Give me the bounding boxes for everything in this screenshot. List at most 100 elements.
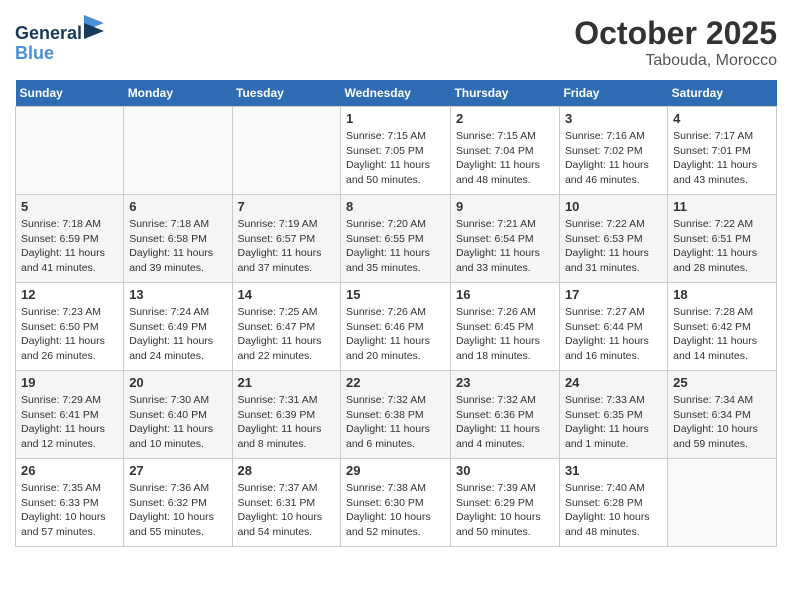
- weekday-header-sunday: Sunday: [16, 80, 124, 107]
- calendar-cell: 15 Sunrise: 7:26 AM Sunset: 6:46 PM Dayli…: [341, 283, 451, 371]
- calendar-cell: 24 Sunrise: 7:33 AM Sunset: 6:35 PM Dayli…: [559, 371, 667, 459]
- logo-text: General: [15, 15, 104, 44]
- calendar-cell: 30 Sunrise: 7:39 AM Sunset: 6:29 PM Dayli…: [450, 459, 559, 547]
- day-number: 24: [565, 375, 662, 390]
- day-info: Sunrise: 7:18 AM Sunset: 6:59 PM Dayligh…: [21, 217, 118, 276]
- day-number: 23: [456, 375, 554, 390]
- day-info: Sunrise: 7:21 AM Sunset: 6:54 PM Dayligh…: [456, 217, 554, 276]
- day-number: 17: [565, 287, 662, 302]
- day-number: 14: [238, 287, 336, 302]
- calendar-cell: 13 Sunrise: 7:24 AM Sunset: 6:49 PM Dayli…: [124, 283, 232, 371]
- page-header: General Blue October 2025 Tabouda, Moroc…: [15, 15, 777, 70]
- day-info: Sunrise: 7:28 AM Sunset: 6:42 PM Dayligh…: [673, 305, 771, 364]
- day-info: Sunrise: 7:31 AM Sunset: 6:39 PM Dayligh…: [238, 393, 336, 452]
- weekday-header-thursday: Thursday: [450, 80, 559, 107]
- day-info: Sunrise: 7:22 AM Sunset: 6:51 PM Dayligh…: [673, 217, 771, 276]
- day-number: 20: [129, 375, 226, 390]
- day-number: 11: [673, 199, 771, 214]
- weekday-header-monday: Monday: [124, 80, 232, 107]
- calendar-week-row: 19Sunrise: 7:29 AM Sunset: 6:41 PM Dayli…: [16, 371, 777, 459]
- calendar-cell: 4 Sunrise: 7:17 AM Sunset: 7:01 PM Daylig…: [668, 107, 777, 195]
- location: Tabouda, Morocco: [574, 52, 777, 70]
- day-number: 3: [565, 111, 662, 126]
- day-info: Sunrise: 7:18 AM Sunset: 6:58 PM Dayligh…: [129, 217, 226, 276]
- logo-icon: [84, 15, 104, 39]
- month-title: October 2025: [574, 15, 777, 52]
- calendar-header-row: SundayMondayTuesdayWednesdayThursdayFrid…: [16, 80, 777, 107]
- day-info: Sunrise: 7:32 AM Sunset: 6:38 PM Dayligh…: [346, 393, 445, 452]
- calendar-cell: 18 Sunrise: 7:28 AM Sunset: 6:42 PM Dayli…: [668, 283, 777, 371]
- day-info: Sunrise: 7:22 AM Sunset: 6:53 PM Dayligh…: [565, 217, 662, 276]
- month-info: October 2025 Tabouda, Morocco: [574, 15, 777, 70]
- calendar-cell: 26Sunrise: 7:35 AM Sunset: 6:33 PM Dayli…: [16, 459, 124, 547]
- day-number: 15: [346, 287, 445, 302]
- day-info: Sunrise: 7:26 AM Sunset: 6:46 PM Dayligh…: [346, 305, 445, 364]
- day-info: Sunrise: 7:23 AM Sunset: 6:50 PM Dayligh…: [21, 305, 118, 364]
- weekday-header-saturday: Saturday: [668, 80, 777, 107]
- day-info: Sunrise: 7:15 AM Sunset: 7:05 PM Dayligh…: [346, 129, 445, 188]
- day-info: Sunrise: 7:29 AM Sunset: 6:41 PM Dayligh…: [21, 393, 118, 452]
- day-number: 31: [565, 463, 662, 478]
- calendar-cell: 9Sunrise: 7:21 AM Sunset: 6:54 PM Daylig…: [450, 195, 559, 283]
- calendar-cell: 25 Sunrise: 7:34 AM Sunset: 6:34 PM Dayli…: [668, 371, 777, 459]
- day-info: Sunrise: 7:27 AM Sunset: 6:44 PM Dayligh…: [565, 305, 662, 364]
- calendar-cell: [668, 459, 777, 547]
- calendar-cell: 27Sunrise: 7:36 AM Sunset: 6:32 PM Dayli…: [124, 459, 232, 547]
- day-number: 30: [456, 463, 554, 478]
- day-info: Sunrise: 7:39 AM Sunset: 6:29 PM Dayligh…: [456, 481, 554, 540]
- day-info: Sunrise: 7:16 AM Sunset: 7:02 PM Dayligh…: [565, 129, 662, 188]
- calendar-cell: 31 Sunrise: 7:40 AM Sunset: 6:28 PM Dayli…: [559, 459, 667, 547]
- calendar-week-row: 26Sunrise: 7:35 AM Sunset: 6:33 PM Dayli…: [16, 459, 777, 547]
- day-number: 28: [238, 463, 336, 478]
- day-number: 27: [129, 463, 226, 478]
- day-number: 22: [346, 375, 445, 390]
- day-number: 7: [238, 199, 336, 214]
- day-info: Sunrise: 7:37 AM Sunset: 6:31 PM Dayligh…: [238, 481, 336, 540]
- day-info: Sunrise: 7:32 AM Sunset: 6:36 PM Dayligh…: [456, 393, 554, 452]
- day-number: 25: [673, 375, 771, 390]
- calendar-cell: 17 Sunrise: 7:27 AM Sunset: 6:44 PM Dayli…: [559, 283, 667, 371]
- day-number: 4: [673, 111, 771, 126]
- day-info: Sunrise: 7:38 AM Sunset: 6:30 PM Dayligh…: [346, 481, 445, 540]
- calendar-cell: [124, 107, 232, 195]
- calendar-cell: 23 Sunrise: 7:32 AM Sunset: 6:36 PM Dayli…: [450, 371, 559, 459]
- day-info: Sunrise: 7:25 AM Sunset: 6:47 PM Dayligh…: [238, 305, 336, 364]
- day-info: Sunrise: 7:24 AM Sunset: 6:49 PM Dayligh…: [129, 305, 226, 364]
- calendar-cell: 1 Sunrise: 7:15 AM Sunset: 7:05 PM Daylig…: [341, 107, 451, 195]
- calendar-cell: 11 Sunrise: 7:22 AM Sunset: 6:51 PM Dayli…: [668, 195, 777, 283]
- day-info: Sunrise: 7:30 AM Sunset: 6:40 PM Dayligh…: [129, 393, 226, 452]
- day-info: Sunrise: 7:33 AM Sunset: 6:35 PM Dayligh…: [565, 393, 662, 452]
- day-info: Sunrise: 7:20 AM Sunset: 6:55 PM Dayligh…: [346, 217, 445, 276]
- calendar-cell: 8 Sunrise: 7:20 AM Sunset: 6:55 PM Daylig…: [341, 195, 451, 283]
- calendar-cell: [232, 107, 341, 195]
- calendar-cell: 3 Sunrise: 7:16 AM Sunset: 7:02 PM Daylig…: [559, 107, 667, 195]
- calendar-table: SundayMondayTuesdayWednesdayThursdayFrid…: [15, 80, 777, 547]
- day-number: 6: [129, 199, 226, 214]
- logo: General Blue: [15, 15, 104, 64]
- day-info: Sunrise: 7:15 AM Sunset: 7:04 PM Dayligh…: [456, 129, 554, 188]
- calendar-cell: 6 Sunrise: 7:18 AM Sunset: 6:58 PM Daylig…: [124, 195, 232, 283]
- calendar-cell: 20 Sunrise: 7:30 AM Sunset: 6:40 PM Dayli…: [124, 371, 232, 459]
- day-number: 8: [346, 199, 445, 214]
- day-number: 29: [346, 463, 445, 478]
- logo-blue: Blue: [15, 44, 104, 64]
- day-number: 10: [565, 199, 662, 214]
- day-info: Sunrise: 7:40 AM Sunset: 6:28 PM Dayligh…: [565, 481, 662, 540]
- day-info: Sunrise: 7:35 AM Sunset: 6:33 PM Dayligh…: [21, 481, 118, 540]
- calendar-cell: 19Sunrise: 7:29 AM Sunset: 6:41 PM Dayli…: [16, 371, 124, 459]
- day-info: Sunrise: 7:34 AM Sunset: 6:34 PM Dayligh…: [673, 393, 771, 452]
- calendar-week-row: 1 Sunrise: 7:15 AM Sunset: 7:05 PM Daylig…: [16, 107, 777, 195]
- day-number: 18: [673, 287, 771, 302]
- calendar-cell: 14 Sunrise: 7:25 AM Sunset: 6:47 PM Dayli…: [232, 283, 341, 371]
- day-info: Sunrise: 7:17 AM Sunset: 7:01 PM Dayligh…: [673, 129, 771, 188]
- day-number: 13: [129, 287, 226, 302]
- calendar-cell: 28 Sunrise: 7:37 AM Sunset: 6:31 PM Dayli…: [232, 459, 341, 547]
- calendar-cell: 29 Sunrise: 7:38 AM Sunset: 6:30 PM Dayli…: [341, 459, 451, 547]
- calendar-cell: 7 Sunrise: 7:19 AM Sunset: 6:57 PM Daylig…: [232, 195, 341, 283]
- calendar-cell: 21Sunrise: 7:31 AM Sunset: 6:39 PM Dayli…: [232, 371, 341, 459]
- day-number: 1: [346, 111, 445, 126]
- calendar-cell: 2Sunrise: 7:15 AM Sunset: 7:04 PM Daylig…: [450, 107, 559, 195]
- day-info: Sunrise: 7:19 AM Sunset: 6:57 PM Dayligh…: [238, 217, 336, 276]
- calendar-cell: [16, 107, 124, 195]
- calendar-cell: 22 Sunrise: 7:32 AM Sunset: 6:38 PM Dayli…: [341, 371, 451, 459]
